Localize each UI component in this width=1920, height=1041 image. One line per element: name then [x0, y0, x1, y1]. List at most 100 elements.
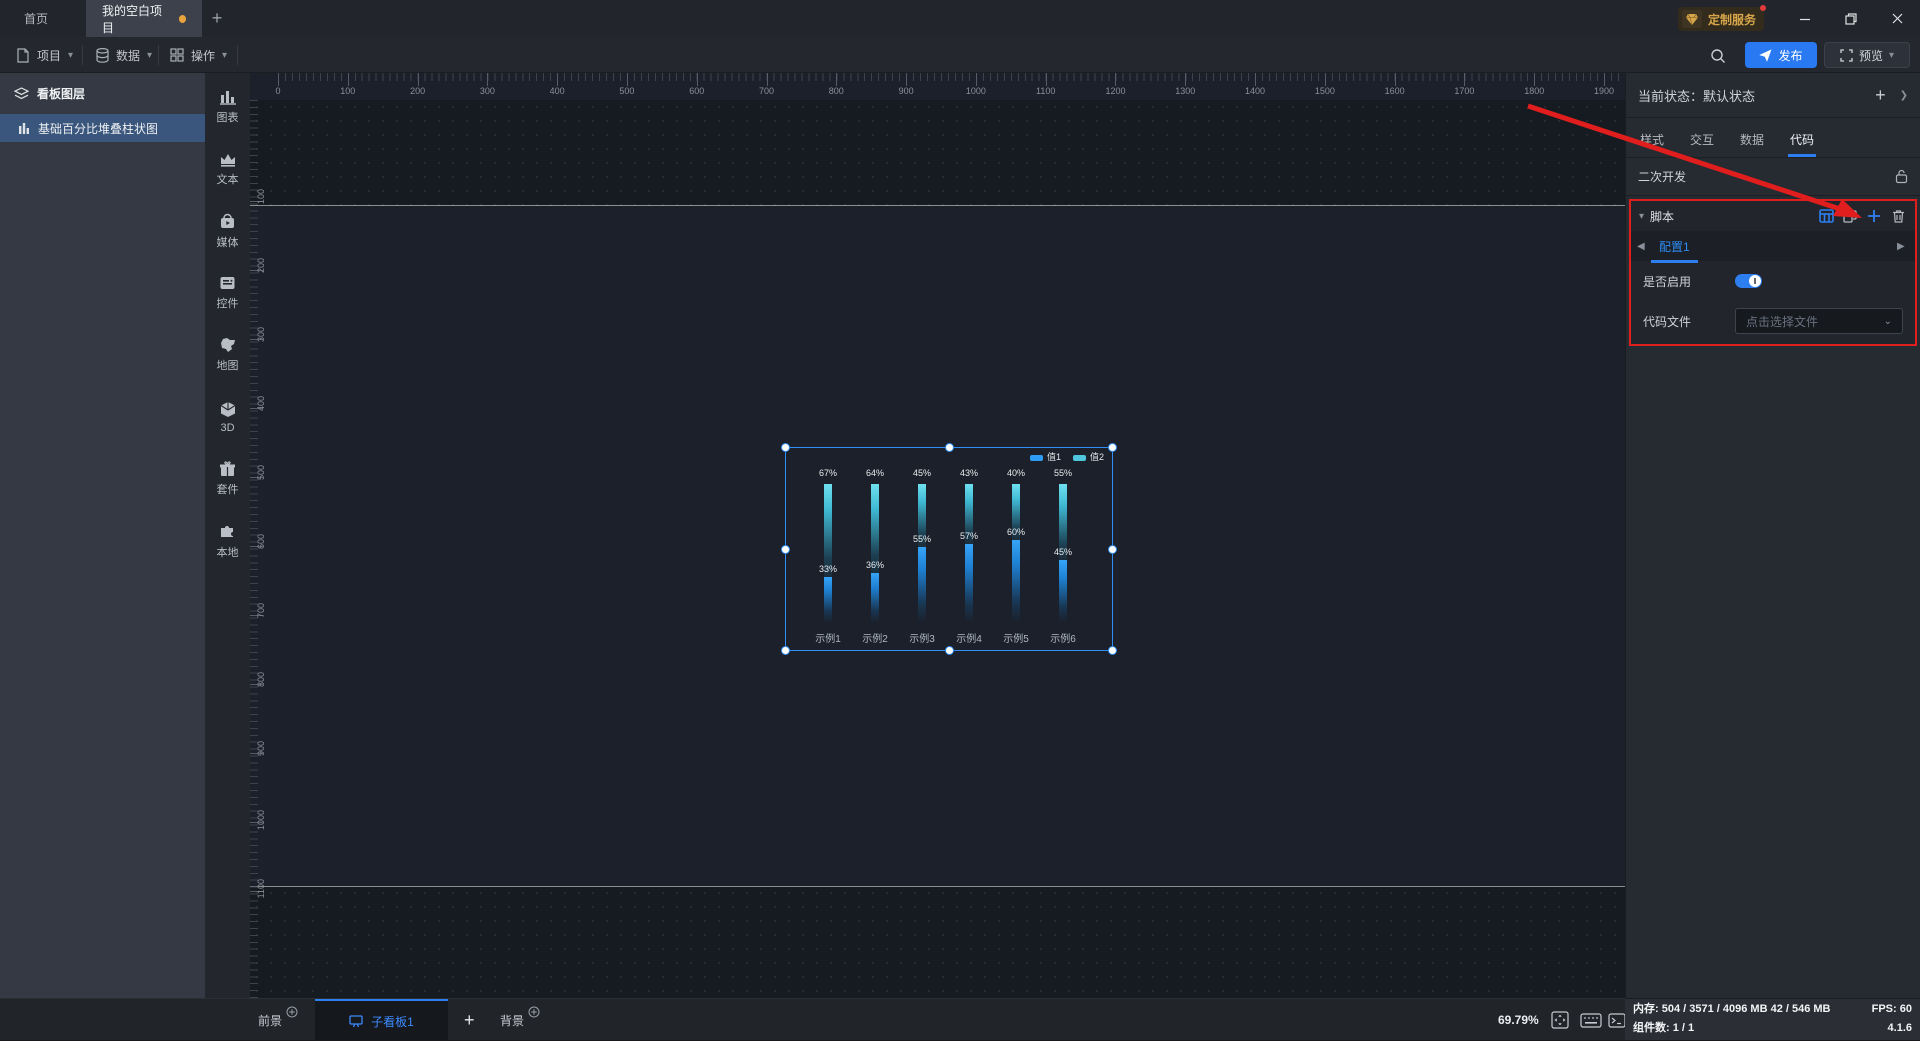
scroll-right-icon[interactable]: ▶ — [1897, 241, 1909, 252]
preview-label: 预览 — [1859, 47, 1883, 64]
icon-bar-label: 文本 — [217, 171, 239, 187]
resize-handle-ne[interactable] — [1108, 443, 1117, 452]
custom-service-label: 定制服务 — [1708, 11, 1756, 28]
fit-screen-button[interactable] — [1551, 999, 1569, 1041]
shortcut-keys-button[interactable] — [1580, 999, 1602, 1041]
category-label: 示例5 — [991, 630, 1041, 645]
script-copy-button[interactable] — [1841, 207, 1859, 225]
add-state-button[interactable]: + — [1875, 85, 1886, 106]
ruler-tick — [1115, 73, 1116, 86]
ruler-number: 700 — [747, 86, 787, 96]
bottom-bar: 前景 子看板1 + 背景 69.79% — [0, 998, 1625, 1040]
board-tab[interactable]: 子看板1 — [315, 999, 448, 1041]
divider — [82, 45, 83, 65]
zoom-value[interactable]: 69.79% — [1498, 999, 1539, 1041]
icon-bar-item-控件[interactable]: 控件 — [205, 259, 250, 321]
menu-data[interactable]: 数据 ▾ — [96, 37, 152, 73]
icon-bar-item-套件[interactable]: 套件 — [205, 445, 250, 507]
resize-handle-sw[interactable] — [781, 646, 790, 655]
secondary-dev-header[interactable]: 二次开发 — [1626, 158, 1920, 196]
ruler-number: 800 — [256, 672, 270, 687]
ruler-number: 1200 — [1095, 86, 1135, 96]
add-board-button[interactable]: + — [464, 999, 475, 1041]
bar-value-label: 57% — [949, 531, 989, 541]
component-icon-bar: 图表文本媒体控件地图3D套件本地 — [205, 73, 250, 998]
script-add-button[interactable] — [1865, 207, 1883, 225]
icon-bar-item-媒体[interactable]: 媒体 — [205, 197, 250, 259]
resize-handle-se[interactable] — [1108, 646, 1117, 655]
config-tab[interactable]: 配置1 — [1649, 238, 1700, 263]
icon-bar-item-本地[interactable]: 本地 — [205, 507, 250, 569]
enable-toggle[interactable] — [1735, 274, 1762, 288]
resize-handle-w[interactable] — [781, 545, 790, 554]
divider — [237, 45, 238, 65]
background-button[interactable]: 背景 — [500, 999, 540, 1041]
restore-button[interactable] — [1828, 0, 1874, 37]
properties-tab-交互[interactable]: 交互 — [1690, 131, 1714, 157]
chevron-down-icon[interactable]: ▾ — [1639, 211, 1644, 222]
search-button[interactable] — [1705, 43, 1731, 69]
properties-tab-数据[interactable]: 数据 — [1740, 131, 1764, 157]
icon-bar-label: 本地 — [217, 544, 239, 560]
minimize-button[interactable] — [1782, 0, 1828, 37]
icon-bar-item-文本[interactable]: 文本 — [205, 135, 250, 197]
menu-actions[interactable]: 操作 ▾ — [170, 37, 227, 73]
icon-bar-item-3D[interactable]: 3D — [205, 383, 250, 445]
canvas[interactable]: 0100200300400500600700800900100011001200… — [250, 73, 1625, 998]
tab-home[interactable]: 首页 — [8, 0, 64, 37]
properties-tab-代码[interactable]: 代码 — [1790, 131, 1814, 157]
code-file-select[interactable]: 点击选择文件 ⌄ — [1735, 308, 1903, 334]
category-label: 示例1 — [803, 630, 853, 645]
cube-icon — [220, 401, 236, 418]
chevron-right-icon[interactable]: ❯ — [1900, 90, 1908, 101]
resize-handle-e[interactable] — [1108, 545, 1117, 554]
tab-project[interactable]: 我的空白项目 — [86, 0, 202, 37]
resize-handle-nw[interactable] — [781, 443, 790, 452]
search-icon — [1710, 48, 1726, 64]
layer-item-chart[interactable]: 基础百分比堆叠柱状图 — [0, 114, 205, 142]
ruler-tick — [1046, 73, 1047, 86]
close-button[interactable] — [1874, 0, 1920, 37]
code-file-label: 代码文件 — [1643, 313, 1735, 330]
bar-segment-值1 — [824, 577, 832, 623]
foreground-label: 前景 — [258, 1012, 282, 1029]
script-template-button[interactable] — [1817, 207, 1835, 225]
toolbar: 项目 ▾ 数据 ▾ 操作 ▾ 发布 预览 ▾ — [0, 37, 1920, 73]
ruler-tick — [1255, 73, 1256, 86]
add-foreground-icon[interactable] — [286, 1006, 298, 1021]
legend-item: 值2 — [1073, 450, 1104, 463]
preview-button[interactable]: 预览 ▾ — [1824, 42, 1910, 68]
ruler-number: 600 — [677, 86, 717, 96]
trash-icon — [1892, 209, 1905, 223]
lock-icon[interactable] — [1895, 169, 1908, 184]
tab-project-label: 我的空白项目 — [102, 2, 169, 36]
components-label: 组件数: — [1633, 1020, 1670, 1037]
ruler-number: 400 — [537, 86, 577, 96]
publish-button[interactable]: 发布 — [1745, 42, 1817, 68]
bar-segment-值1 — [871, 573, 879, 623]
bar-segment-值1 — [918, 547, 926, 623]
icon-bar-item-地图[interactable]: 地图 — [205, 321, 250, 383]
custom-service-badge[interactable]: 定制服务 — [1678, 7, 1764, 31]
properties-tab-样式[interactable]: 样式 — [1640, 131, 1664, 157]
icon-bar-label: 图表 — [217, 109, 239, 125]
resize-handle-n[interactable] — [945, 443, 954, 452]
script-title: 脚本 — [1650, 208, 1674, 225]
bar-value-label: 33% — [808, 564, 848, 574]
bar-value-label: 67% — [808, 468, 848, 478]
gem-icon — [1682, 10, 1702, 28]
new-tab-button[interactable]: + — [206, 8, 228, 30]
icon-bar-item-图表[interactable]: 图表 — [205, 73, 250, 135]
ruler-number: 900 — [256, 741, 270, 756]
console-button[interactable] — [1608, 999, 1626, 1041]
foreground-button[interactable]: 前景 — [258, 999, 298, 1041]
script-delete-button[interactable] — [1889, 207, 1907, 225]
chart-component[interactable]: 值1值2 67%33%示例164%36%示例245%55%示例343%57%示例… — [785, 447, 1113, 651]
resize-handle-s[interactable] — [945, 646, 954, 655]
scroll-left-icon[interactable]: ◀ — [1637, 241, 1649, 252]
menu-project[interactable]: 项目 ▾ — [16, 37, 73, 73]
paper-plane-icon — [1759, 49, 1772, 62]
add-background-icon[interactable] — [528, 1006, 540, 1021]
restore-icon — [1845, 13, 1857, 25]
bar-value-label: 64% — [855, 468, 895, 478]
